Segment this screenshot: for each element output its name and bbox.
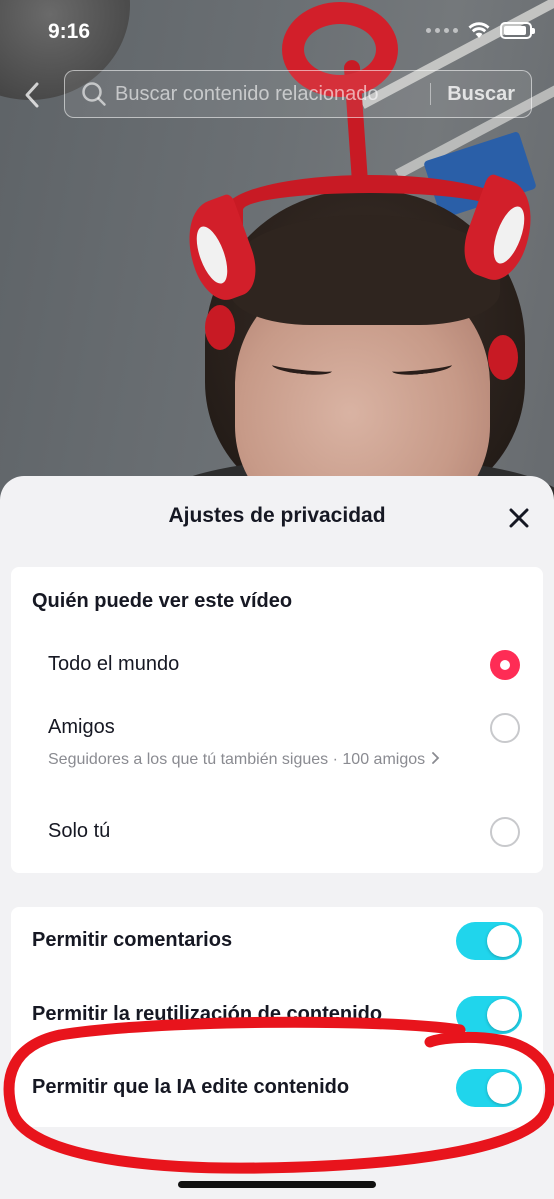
back-chevron-icon <box>25 82 39 108</box>
allow-comments-label: Permitir comentarios <box>32 929 233 951</box>
visibility-section-title: Quién puede ver este vídeo <box>32 590 293 612</box>
chevron-right-icon <box>431 752 439 764</box>
allow-ai-edit-toggle[interactable] <box>456 1069 522 1107</box>
friends-subtitle: Seguidores a los que tú también sigues ·… <box>48 751 426 768</box>
radio-only-me[interactable] <box>490 817 520 847</box>
search-button[interactable]: Buscar <box>431 83 531 106</box>
allow-ai-edit-label: Permitir que la IA edite contenido <box>32 1076 350 1098</box>
radio-everyone[interactable] <box>490 650 520 680</box>
radio-friends[interactable] <box>490 713 520 743</box>
battery-icon <box>500 22 535 39</box>
sheet-title: Ajustes de privacidad <box>168 504 386 527</box>
status-bar: 9:16 <box>0 0 554 64</box>
back-button[interactable] <box>18 78 46 112</box>
friends-subtitle-link[interactable]: Seguidores a los que tú también sigues ·… <box>48 751 440 769</box>
search-icon <box>82 82 106 106</box>
option-only-me-label[interactable]: Solo tú <box>48 820 110 843</box>
allow-reuse-label: Permitir la reutilización de contenido <box>32 1003 383 1025</box>
option-friends-label[interactable]: Amigos <box>48 716 115 739</box>
option-everyone-label[interactable]: Todo el mundo <box>48 653 179 676</box>
close-button[interactable] <box>505 504 533 532</box>
search-bar[interactable]: Buscar contenido relacionado Buscar <box>64 70 532 118</box>
allow-reuse-toggle[interactable] <box>456 996 522 1034</box>
status-time: 9:16 <box>48 20 91 43</box>
signal-dots-icon <box>426 28 458 33</box>
close-icon <box>509 508 529 528</box>
allow-comments-toggle[interactable] <box>456 922 522 960</box>
wifi-icon <box>468 22 490 38</box>
home-indicator <box>178 1181 376 1188</box>
search-input[interactable]: Buscar contenido relacionado <box>115 83 430 106</box>
